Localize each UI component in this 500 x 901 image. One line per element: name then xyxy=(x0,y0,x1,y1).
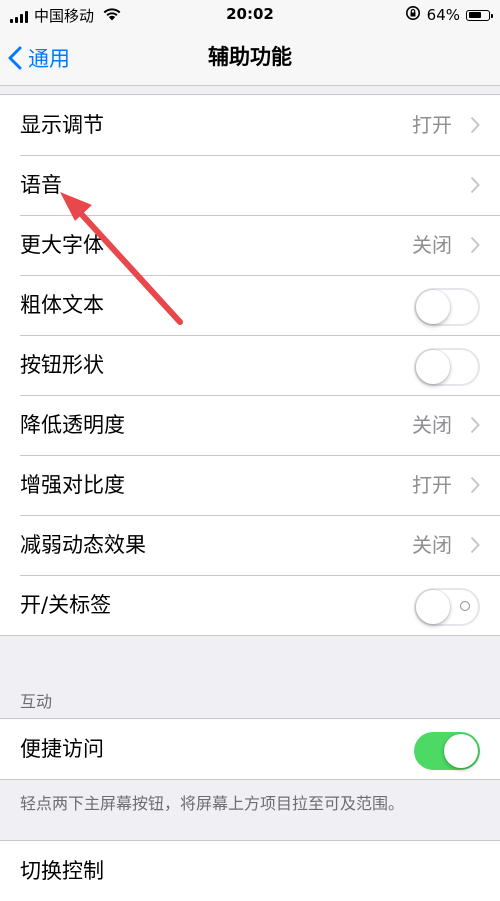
row-display-accommodations[interactable]: 显示调节 打开 xyxy=(0,95,500,155)
reachability-note: 轻点两下主屏幕按钮，将屏幕上方项目拉至可及范围。 xyxy=(20,794,405,813)
navigation-bar: 通用 辅助功能 xyxy=(0,30,500,86)
row-reachability: 便捷访问 xyxy=(0,719,500,779)
reachability-toggle[interactable] xyxy=(414,732,480,770)
row-label: 便捷访问 xyxy=(20,737,104,761)
row-button-shapes: 按钮形状 xyxy=(0,335,500,395)
row-label: 开/关标签 xyxy=(20,593,112,617)
row-label: 降低透明度 xyxy=(20,413,125,437)
row-larger-text[interactable]: 更大字体 关闭 xyxy=(0,215,500,275)
row-value: 关闭 xyxy=(412,533,452,557)
battery-percent: 64% xyxy=(426,6,460,24)
row-switch-control[interactable]: 切换控制 xyxy=(0,841,500,901)
toggle-knob xyxy=(416,350,450,384)
row-label: 增强对比度 xyxy=(20,473,125,497)
settings-group-interaction: 便捷访问 xyxy=(0,718,500,780)
toggle-knob xyxy=(416,290,450,324)
row-value: 打开 xyxy=(412,113,452,137)
orientation-lock-icon xyxy=(405,5,421,25)
button-shapes-toggle[interactable] xyxy=(414,348,480,386)
row-label: 减弱动态效果 xyxy=(20,533,146,557)
row-label: 切换控制 xyxy=(20,859,104,883)
row-reduce-motion[interactable]: 减弱动态效果 关闭 xyxy=(0,515,500,575)
row-speech[interactable]: 语音 xyxy=(0,155,500,215)
toggle-knob xyxy=(416,590,450,624)
settings-group-vision: 显示调节 打开 语音 更大字体 关闭 粗体文本 按钮形状 降低透明度 关闭 增强… xyxy=(0,94,500,636)
chevron-right-icon xyxy=(470,536,480,554)
battery-fill xyxy=(468,12,481,18)
row-value: 关闭 xyxy=(412,233,452,257)
row-label: 按钮形状 xyxy=(20,353,104,377)
row-increase-contrast[interactable]: 增强对比度 打开 xyxy=(0,455,500,515)
chevron-right-icon xyxy=(470,416,480,434)
row-value: 打开 xyxy=(412,473,452,497)
chevron-right-icon xyxy=(470,116,480,134)
toggle-knob xyxy=(444,734,478,768)
section-header-interaction: 互动 xyxy=(20,692,53,711)
row-label: 粗体文本 xyxy=(20,293,104,317)
row-label: 语音 xyxy=(20,173,62,197)
chevron-right-icon xyxy=(470,476,480,494)
chevron-right-icon xyxy=(470,176,480,194)
bold-text-toggle[interactable] xyxy=(414,288,480,326)
status-right: 64% xyxy=(405,5,493,25)
on-off-labels-toggle[interactable] xyxy=(414,588,480,626)
settings-group-switch: 切换控制 xyxy=(0,840,500,901)
page-title: 辅助功能 xyxy=(208,45,292,69)
row-on-off-labels: 开/关标签 xyxy=(0,575,500,635)
chevron-right-icon xyxy=(470,236,480,254)
row-bold-text: 粗体文本 xyxy=(0,275,500,335)
off-label-ring-icon xyxy=(460,601,470,611)
battery-icon xyxy=(466,9,493,21)
row-reduce-transparency[interactable]: 降低透明度 关闭 xyxy=(0,395,500,455)
row-label: 更大字体 xyxy=(20,233,104,257)
status-bar: 中国移动 20:02 64% xyxy=(0,0,500,30)
row-label: 显示调节 xyxy=(20,113,104,137)
row-value: 关闭 xyxy=(412,413,452,437)
